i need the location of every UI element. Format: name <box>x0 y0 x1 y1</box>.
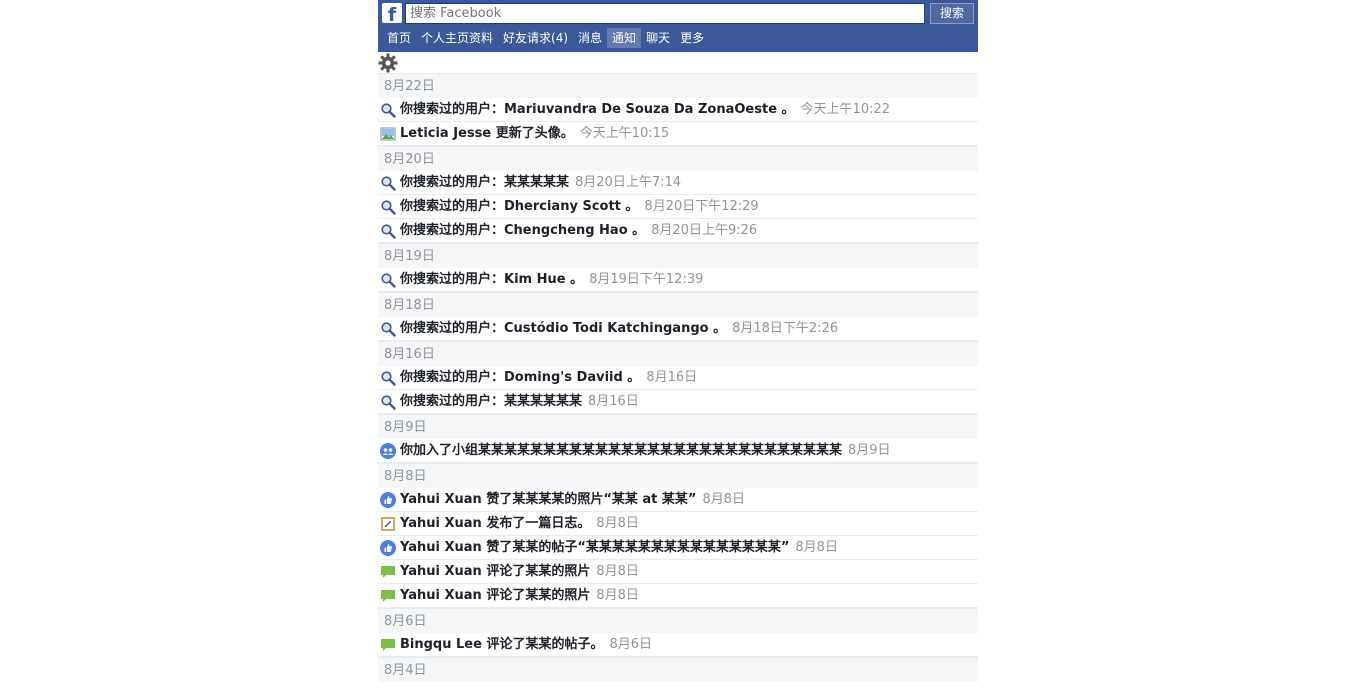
activity-text[interactable]: Bingqu Lee 评论了某某的帖子。 <box>400 634 603 656</box>
activity-text[interactable]: Yahui Xuan 发布了一篇日志。 <box>400 513 590 535</box>
activity-row[interactable]: 你搜索过的用户：Doming's Daviid 。 8月16日 <box>378 366 978 390</box>
activity-text[interactable]: 你搜索过的用户：Mariuvandra De Souza Da ZonaOest… <box>400 99 795 121</box>
activity-text[interactable]: 你搜索过的用户：Kim Hue 。 <box>400 269 583 291</box>
activity-row[interactable]: Yahui Xuan 评论了某某的照片 8月8日 <box>378 584 978 608</box>
top-nav: 首页 个人主页资料 好友请求(4) 消息 通知 聊天 更多 <box>382 28 709 48</box>
activity-row[interactable]: Bingqu Lee 评论了某某的帖子。 8月6日 <box>378 633 978 657</box>
nav-item[interactable]: 更多 <box>675 28 709 48</box>
date-header: 8月20日 <box>378 146 978 171</box>
activity-row[interactable]: Yahui Xuan 赞了某某某某的照片“某某 at 某某” 8月8日 <box>378 488 978 512</box>
activity-timestamp[interactable]: 8月8日 <box>596 513 639 535</box>
date-header: 8月8日 <box>378 463 978 488</box>
date-header: 8月19日 <box>378 243 978 268</box>
activity-text[interactable]: 你搜索过的用户：某某某某某某 <box>400 391 582 413</box>
activity-row[interactable]: 你搜索过的用户：某某某某某某 8月16日 <box>378 390 978 414</box>
activity-timestamp[interactable]: 今天上午10:22 <box>801 99 890 121</box>
note-icon <box>380 516 396 532</box>
activity-row[interactable]: Yahui Xuan 发布了一篇日志。 8月8日 <box>378 512 978 536</box>
activity-row[interactable]: 你搜索过的用户：Dherciany Scott 。 8月20日下午12:29 <box>378 195 978 219</box>
facebook-logo-icon[interactable]: f <box>382 3 402 23</box>
group-icon <box>380 442 396 459</box>
activity-row[interactable]: 你搜索过的用户：Kim Hue 。 8月19日下午12:39 <box>378 268 978 292</box>
activity-timestamp[interactable]: 8月19日下午12:39 <box>589 269 703 291</box>
search-icon <box>380 321 396 337</box>
activity-timestamp[interactable]: 8月8日 <box>795 537 838 559</box>
comment-icon <box>380 588 396 604</box>
date-header: 8月6日 <box>378 608 978 633</box>
search-icon <box>380 199 396 215</box>
activity-timestamp[interactable]: 8月16日 <box>588 391 639 413</box>
activity-text[interactable]: 你搜索过的用户：Custódio Todi Katchingango 。 <box>400 318 726 340</box>
activity-text[interactable]: 你搜索过的用户：Dherciany Scott 。 <box>400 196 638 218</box>
activity-timestamp[interactable]: 8月9日 <box>848 440 891 462</box>
search-icon <box>380 394 396 410</box>
activity-text[interactable]: 你搜索过的用户：某某某某某 <box>400 172 569 194</box>
nav-item[interactable]: 首页 <box>382 28 416 48</box>
nav-item[interactable]: 通知 <box>607 28 642 48</box>
date-header: 8月18日 <box>378 292 978 317</box>
search-icon <box>380 223 396 239</box>
activity-text[interactable]: Yahui Xuan 赞了某某的帖子“某某某某某某某某某某某某某某某” <box>400 537 789 559</box>
activity-timestamp[interactable]: 8月8日 <box>702 489 745 511</box>
search-button[interactable]: 搜索 <box>930 3 974 24</box>
like-icon <box>380 539 396 556</box>
date-header: 8月4日 <box>378 657 978 682</box>
activity-text[interactable]: Leticia Jesse 更新了头像。 <box>400 123 574 145</box>
date-header: 8月9日 <box>378 414 978 439</box>
nav-item[interactable]: 消息 <box>573 28 607 48</box>
activity-row[interactable]: Leticia Jesse 更新了头像。 今天上午10:15 <box>378 122 978 146</box>
activity-text[interactable]: 你搜索过的用户：Chengcheng Hao 。 <box>400 220 645 242</box>
nav-item[interactable]: 聊天 <box>641 28 675 48</box>
activity-row[interactable]: 你搜索过的用户：Custódio Todi Katchingango 。 8月18… <box>378 317 978 341</box>
activity-text[interactable]: 你搜索过的用户：Doming's Daviid 。 <box>400 367 640 389</box>
search-icon <box>380 370 396 386</box>
like-icon <box>380 491 396 508</box>
search-icon <box>380 102 396 118</box>
search-icon <box>380 272 396 288</box>
photo-icon <box>380 126 396 142</box>
activity-row[interactable]: Yahui Xuan 赞了某某的帖子“某某某某某某某某某某某某某某某” 8月8日 <box>378 536 978 560</box>
activity-timestamp[interactable]: 8月8日 <box>596 561 639 583</box>
activity-timestamp[interactable]: 8月8日 <box>596 585 639 607</box>
top-bar: f 搜索 首页个人主页资料好友请求(4)消息通知聊天更多 <box>378 0 978 52</box>
activity-row[interactable]: 你搜索过的用户：Mariuvandra De Souza Da ZonaOest… <box>378 98 978 122</box>
activity-text[interactable]: 你加入了小组某某某某某某某某某某某某某某某某某某某某某某某某某某某某 <box>400 440 842 462</box>
activity-timestamp[interactable]: 8月18日下午2:26 <box>732 318 838 340</box>
activity-timestamp[interactable]: 8月20日下午12:29 <box>644 196 758 218</box>
date-header: 8月16日 <box>378 341 978 366</box>
activity-text[interactable]: Yahui Xuan 评论了某某的照片 <box>400 585 590 607</box>
activity-row[interactable]: 你搜索过的用户：Chengcheng Hao 。 8月20日上午9:26 <box>378 219 978 243</box>
activity-log-page: f 搜索 首页个人主页资料好友请求(4)消息通知聊天更多 8月22日你搜索过的用… <box>378 0 978 694</box>
gear-icon[interactable] <box>378 53 398 73</box>
activity-row[interactable]: 你加入了小组某某某某某某某某某某某某某某某某某某某某某某某某某某某某 8月9日 <box>378 439 978 463</box>
activity-timestamp[interactable]: 8月16日 <box>646 367 697 389</box>
comment-icon <box>380 637 396 653</box>
date-header: 8月22日 <box>378 73 978 98</box>
activity-row[interactable]: 你搜索过的用户：某某某某某 8月20日上午7:14 <box>378 171 978 195</box>
activity-timestamp[interactable]: 今天上午10:15 <box>580 123 669 145</box>
activity-timestamp[interactable]: 8月20日上午9:26 <box>651 220 757 242</box>
activity-feed: 8月22日 你搜索过的用户：Mariuvandra De Souza Da Zon… <box>378 73 978 682</box>
nav-item[interactable]: 好友请求(4) <box>498 28 573 48</box>
activity-row[interactable]: Yahui Xuan 评论了某某的照片 8月8日 <box>378 560 978 584</box>
activity-text[interactable]: Yahui Xuan 评论了某某的照片 <box>400 561 590 583</box>
search-icon <box>380 175 396 191</box>
activity-timestamp[interactable]: 8月20日上午7:14 <box>575 172 681 194</box>
activity-timestamp[interactable]: 8月6日 <box>609 634 652 656</box>
comment-icon <box>380 564 396 580</box>
nav-item[interactable]: 个人主页资料 <box>416 28 498 48</box>
search-input[interactable] <box>405 3 925 24</box>
activity-text[interactable]: Yahui Xuan 赞了某某某某的照片“某某 at 某某” <box>400 489 696 511</box>
